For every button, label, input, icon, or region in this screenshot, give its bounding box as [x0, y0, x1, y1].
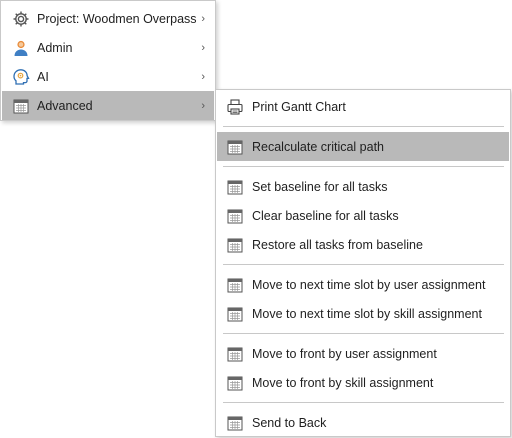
- menu-item-project[interactable]: Project: Woodmen Overpass ›: [2, 4, 214, 33]
- menu-item-restore-from-baseline[interactable]: Restore all tasks from baseline: [217, 230, 509, 259]
- menu-separator: [223, 402, 504, 403]
- menu-item-label: Project: Woodmen Overpass: [37, 11, 197, 26]
- menu-item-label: Print Gantt Chart: [252, 99, 346, 114]
- printer-icon: [224, 96, 246, 118]
- menu-item-label: Advanced: [37, 98, 93, 113]
- menu-separator: [223, 264, 504, 265]
- calendar-icon: [224, 136, 246, 158]
- menu-separator: [223, 166, 504, 167]
- calendar-icon: [224, 234, 246, 256]
- menu-item-admin[interactable]: Admin ›: [2, 33, 214, 62]
- advanced-submenu: Print Gantt Chart Recalculate critical p…: [215, 89, 511, 437]
- menu-item-label: Admin: [37, 40, 73, 55]
- context-menu: Project: Woodmen Overpass › Admin › AI ›: [0, 0, 216, 121]
- user-icon: [10, 37, 32, 59]
- menu-separator: [223, 126, 504, 127]
- menu-separator: [223, 333, 504, 334]
- calendar-icon: [224, 412, 246, 434]
- menu-item-label: Move to next time slot by skill assignme…: [252, 306, 482, 321]
- menu-item-advanced[interactable]: Advanced ›: [2, 91, 214, 120]
- menu-item-send-to-back[interactable]: Send to Back: [217, 408, 509, 437]
- menu-item-label: Move to front by user assignment: [252, 346, 437, 361]
- menu-item-label: Recalculate critical path: [252, 139, 385, 154]
- menu-item-label: AI: [37, 69, 49, 84]
- gear-icon: [10, 8, 32, 30]
- chevron-right-icon: ›: [201, 99, 205, 112]
- ai-head-icon: [10, 66, 32, 88]
- menu-item-clear-baseline[interactable]: Clear baseline for all tasks: [217, 201, 509, 230]
- calendar-icon: [224, 274, 246, 296]
- menu-item-next-slot-skill[interactable]: Move to next time slot by skill assignme…: [217, 299, 509, 328]
- chevron-right-icon: ›: [201, 12, 205, 25]
- menu-item-label: Restore all tasks from baseline: [252, 237, 423, 252]
- menu-item-recalculate-critical-path[interactable]: Recalculate critical path: [217, 132, 509, 161]
- calendar-icon: [224, 343, 246, 365]
- calendar-icon: [224, 303, 246, 325]
- menu-item-label: Send to Back: [252, 415, 327, 430]
- menu-item-front-by-skill[interactable]: Move to front by skill assignment: [217, 368, 509, 397]
- menu-item-label: Move to front by skill assignment: [252, 375, 434, 390]
- calendar-icon: [10, 95, 32, 117]
- calendar-icon: [224, 205, 246, 227]
- menu-item-label: Clear baseline for all tasks: [252, 208, 399, 223]
- menu-item-ai[interactable]: AI ›: [2, 62, 214, 91]
- menu-item-front-by-user[interactable]: Move to front by user assignment: [217, 339, 509, 368]
- menu-item-set-baseline[interactable]: Set baseline for all tasks: [217, 172, 509, 201]
- menu-item-label: Move to next time slot by user assignmen…: [252, 277, 486, 292]
- calendar-icon: [224, 372, 246, 394]
- menu-item-print-gantt-chart[interactable]: Print Gantt Chart: [217, 92, 509, 121]
- menu-item-label: Set baseline for all tasks: [252, 179, 388, 194]
- chevron-right-icon: ›: [201, 70, 205, 83]
- menu-item-next-slot-user[interactable]: Move to next time slot by user assignmen…: [217, 270, 509, 299]
- chevron-right-icon: ›: [201, 41, 205, 54]
- calendar-icon: [224, 176, 246, 198]
